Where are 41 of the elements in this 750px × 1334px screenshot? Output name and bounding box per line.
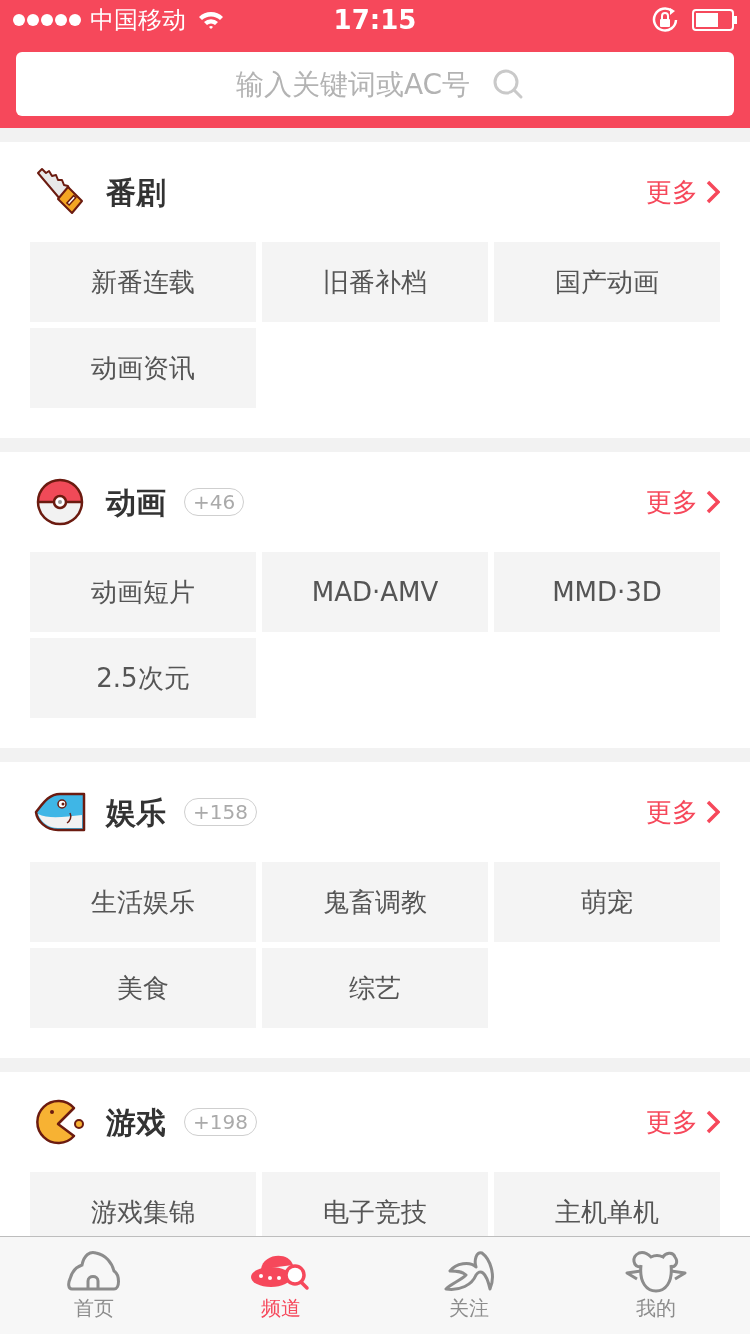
channel-button[interactable]: 美食 [30,948,256,1028]
search-icon [492,68,524,100]
chevron-right-icon [706,180,720,204]
saw-icon [34,167,86,217]
more-link[interactable]: 更多 [646,482,720,522]
chevron-right-icon [706,1110,720,1134]
search-field[interactable]: 输入关键词或AC号 [16,52,734,116]
channel-button[interactable]: 新番连载 [30,242,256,322]
signal-icon [12,13,82,27]
channel-button[interactable]: 主机单机 [494,1172,720,1236]
channel-button[interactable]: 动画资讯 [30,328,256,408]
channel-button[interactable]: 2.5次元 [30,638,256,718]
more-link[interactable]: 更多 [646,172,720,212]
wifi-icon [198,10,224,30]
channel-button[interactable]: 动画短片 [30,552,256,632]
more-link[interactable]: 更多 [646,1102,720,1142]
channel-button[interactable]: 旧番补档 [262,242,488,322]
channel-button[interactable]: 电子竞技 [262,1172,488,1236]
section-title: 游戏 [106,1103,166,1142]
channel-button[interactable]: 生活娱乐 [30,862,256,942]
fish-icon [34,791,86,833]
channel-button[interactable]: MAD·AMV [262,552,488,632]
channel-button[interactable]: 萌宠 [494,862,720,942]
channel-button[interactable]: 游戏集锦 [30,1172,256,1236]
chevron-right-icon [706,490,720,514]
channel-button[interactable]: 综艺 [262,948,488,1028]
more-link[interactable]: 更多 [646,792,720,832]
rotation-lock-icon [652,7,680,33]
hut-icon [65,1248,122,1293]
channel-button[interactable]: MMD·3D [494,552,720,632]
carrier-name: 中国移动 [90,5,186,36]
channel-button[interactable]: 鬼畜调教 [262,862,488,942]
section-title: 动画 [106,483,166,522]
ball-icon [35,477,85,527]
channel-button[interactable]: 国产动画 [494,242,720,322]
pacman-icon [34,1098,86,1146]
chevron-right-icon [706,800,720,824]
clock-time: 17:15 [333,3,417,37]
section-title: 娱乐 [106,793,166,832]
section-title: 番剧 [106,173,166,212]
battery-icon [692,9,738,31]
